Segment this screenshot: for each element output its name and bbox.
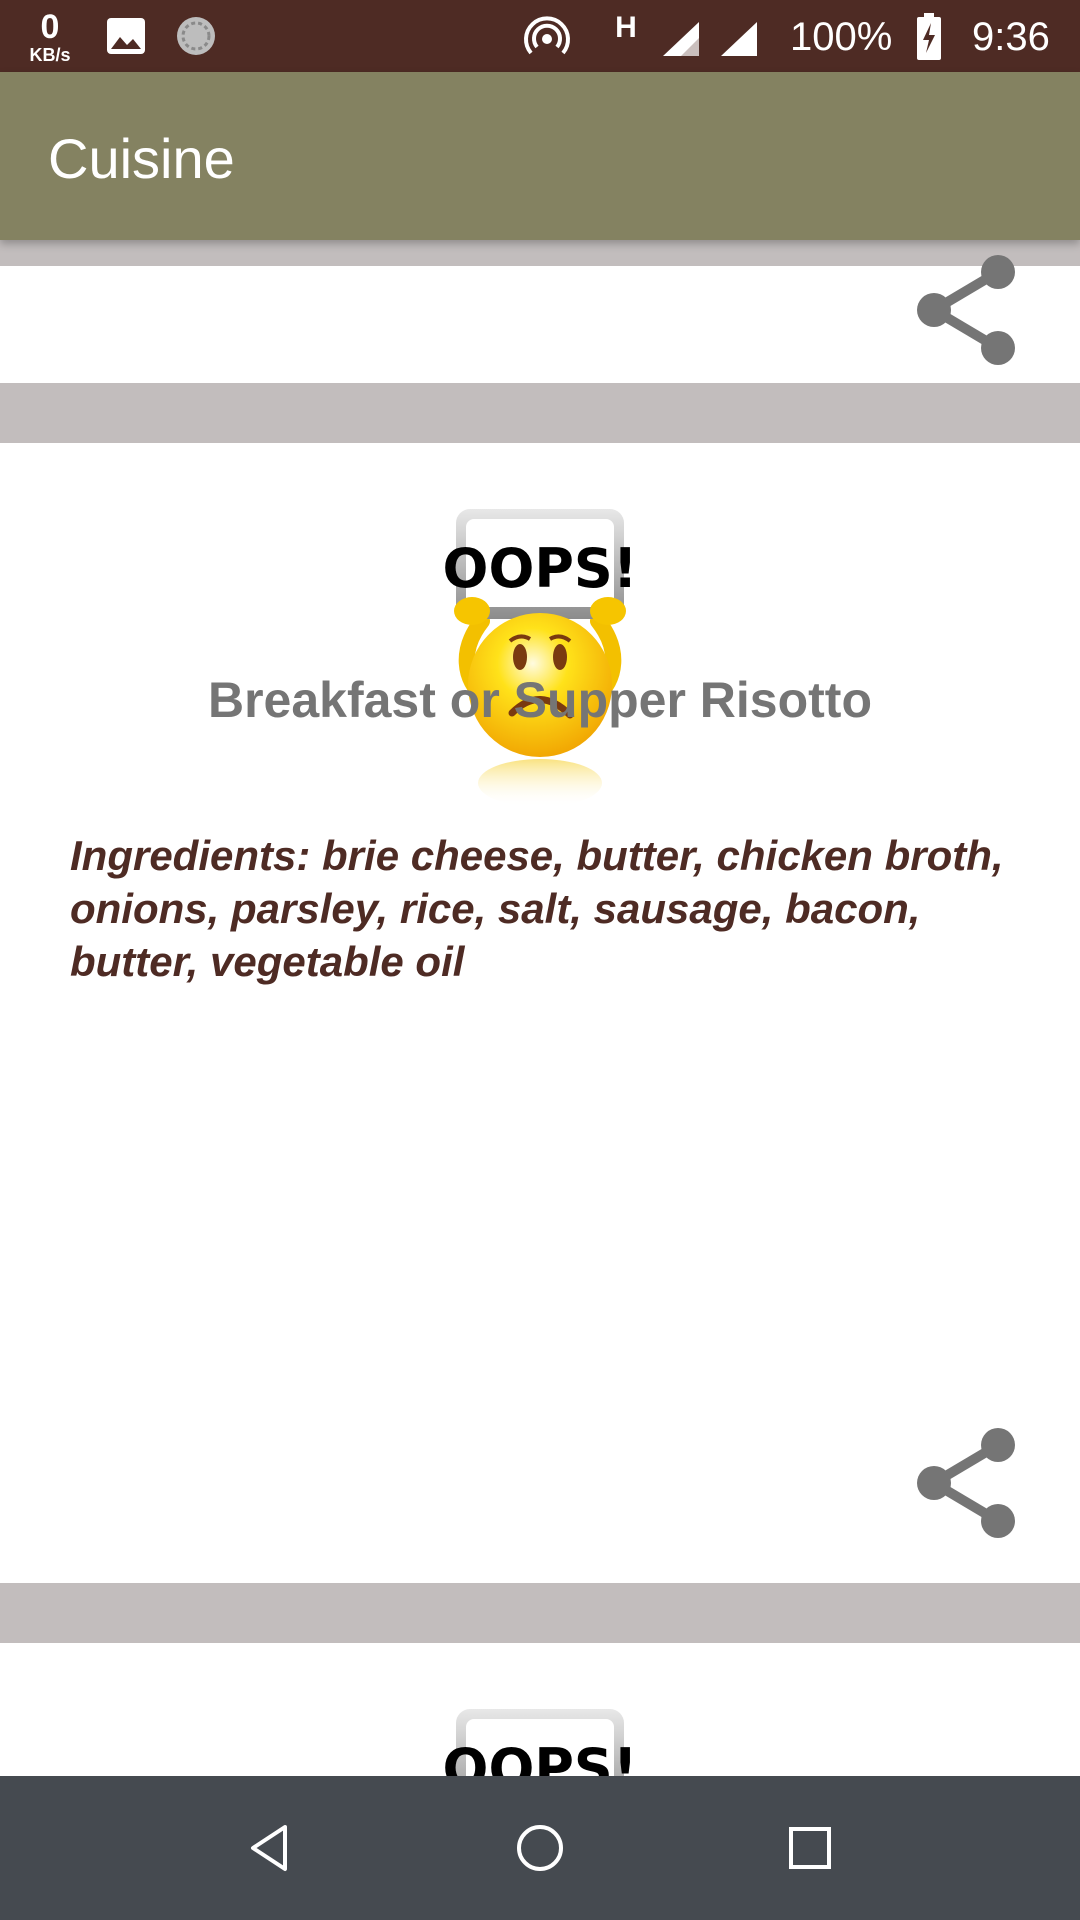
app-bar: Cuisine [0, 72, 1080, 240]
battery-charging-icon [914, 12, 944, 62]
signal-icon-2 [718, 20, 760, 58]
network-speed-value: 0 [40, 8, 60, 46]
recipe-card-previous [0, 255, 1080, 383]
oops-sign-text: OOPS! [443, 537, 638, 600]
navigation-bar [0, 1776, 1080, 1920]
recipe-image: OOPS! [420, 509, 660, 809]
app-title: Cuisine [48, 127, 235, 190]
share-icon [917, 1428, 1015, 1538]
oops-sign-text-next: OOPS! [443, 1737, 638, 1776]
battery-percent: 100% [790, 14, 893, 59]
screen: 0 KB/s H 100% 9:36 Cuisine OOPS! Breakfa… [0, 0, 1080, 1920]
network-speed: 0 KB/s [22, 8, 78, 66]
clock: 9:36 [972, 14, 1050, 59]
recipe-image-next: OOPS! [420, 1709, 660, 1776]
home-circle-icon [517, 1825, 563, 1871]
status-bar: 0 KB/s H 100% 9:36 [0, 0, 1080, 72]
image-icon [104, 14, 148, 58]
signal-icon-1 [660, 20, 702, 58]
share-button[interactable] [906, 250, 1026, 370]
share-button[interactable] [906, 1423, 1026, 1543]
recipe-card[interactable]: OOPS! Breakfast or Supper Risotto Ingred [0, 443, 1080, 1583]
home-button[interactable] [490, 1798, 590, 1898]
recipe-card-next[interactable]: OOPS! [0, 1643, 1080, 1776]
network-speed-unit: KB/s [29, 45, 71, 65]
recipe-list[interactable]: OOPS! Breakfast or Supper Risotto Ingred [0, 240, 1080, 1776]
recipe-ingredients: Ingredients: brie cheese, butter, chicke… [70, 832, 1004, 985]
share-icon [917, 255, 1015, 365]
network-type: H [615, 11, 637, 44]
back-button[interactable] [220, 1798, 320, 1898]
recents-square-icon [789, 1827, 831, 1869]
recents-button[interactable] [760, 1798, 860, 1898]
back-triangle-icon [251, 1825, 287, 1871]
sync-icon [174, 14, 218, 58]
hotspot-icon [522, 12, 572, 62]
recipe-title: Breakfast or Supper Risotto [207, 672, 872, 728]
